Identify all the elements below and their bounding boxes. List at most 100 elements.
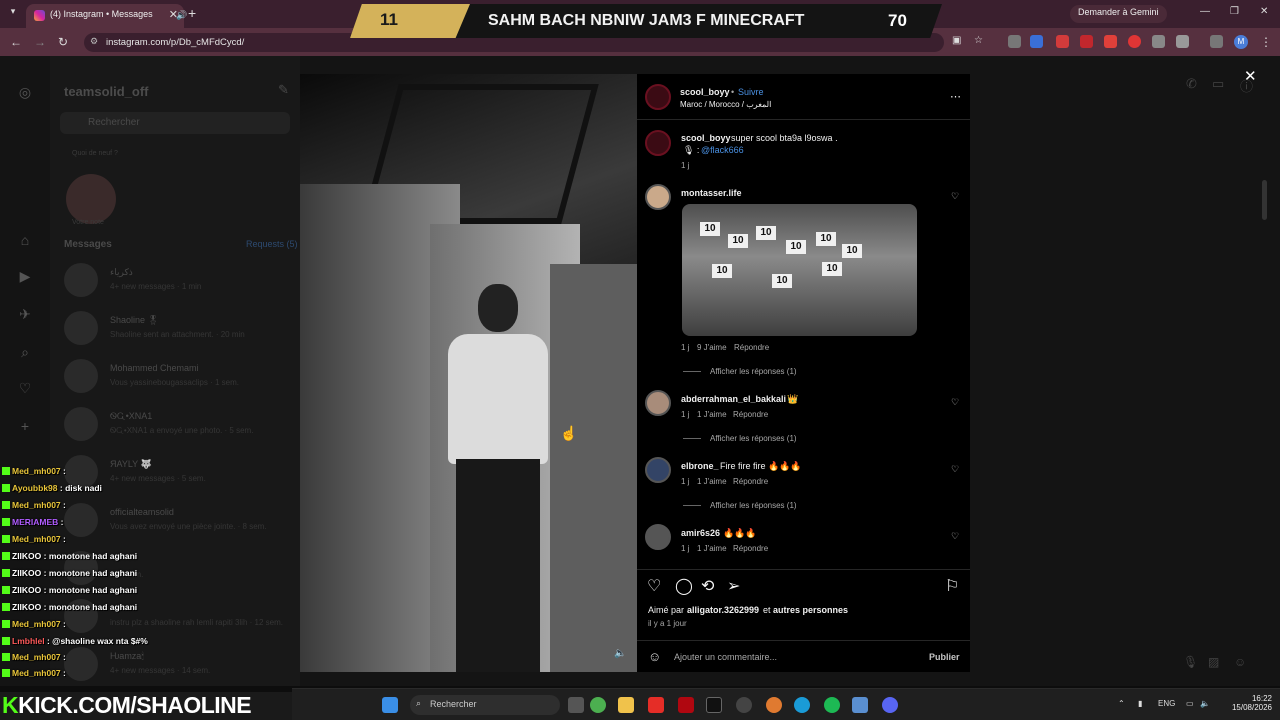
reply-button[interactable]: Répondre	[734, 343, 769, 352]
comment-gif[interactable]: 10 10 10 10 10 10 10 10 10	[682, 204, 917, 336]
notifications-heart-icon[interactable]: ♡	[16, 380, 34, 397]
save-bookmark-icon[interactable]: ⚐	[945, 576, 959, 596]
instagram-logo-icon[interactable]: ◎	[16, 84, 34, 101]
extension-icon[interactable]	[1080, 35, 1093, 48]
extension-icon[interactable]	[1128, 35, 1141, 48]
comment-avatar[interactable]	[645, 524, 671, 550]
extension-icon[interactable]	[1056, 35, 1069, 48]
comment-bubble-icon[interactable]: ◯	[675, 576, 693, 596]
dm-search-input[interactable]: Rechercher	[60, 112, 290, 134]
netflix-icon[interactable]	[678, 697, 694, 713]
site-info-icon[interactable]: ⚙	[90, 36, 98, 47]
notepad-icon[interactable]	[852, 697, 868, 713]
comment-likes[interactable]: 1 J'aime	[697, 410, 727, 419]
reading-list-icon[interactable]	[1210, 35, 1223, 48]
taskbar-clock[interactable]: 16:22 15/08/2026	[1222, 694, 1272, 712]
display-icon[interactable]: ▭	[1186, 699, 1194, 708]
reels-icon[interactable]: ▶	[16, 268, 34, 285]
obs-icon[interactable]	[736, 697, 752, 713]
create-icon[interactable]: +	[16, 418, 34, 434]
extension-icon[interactable]	[1152, 35, 1165, 48]
conversation-item[interactable]: ᏫᏩ•XNA1 ᏫᏩ•XNA1 a envoyé une photo. · 5 s…	[64, 405, 294, 445]
reload-icon[interactable]: ↻	[58, 35, 68, 49]
messages-icon[interactable]: ✈	[16, 306, 34, 323]
bookmark-star-icon[interactable]: ☆	[974, 35, 983, 46]
search-icon[interactable]: ⌕	[16, 344, 34, 361]
post-location[interactable]: Maroc / Morocco / المغرب	[680, 100, 771, 109]
comment-username[interactable]: amir6s26	[681, 528, 720, 538]
window-close-icon[interactable]: ✕	[1260, 6, 1268, 17]
reply-button[interactable]: Répondre	[733, 544, 768, 553]
new-tab-button[interactable]: +	[188, 5, 196, 21]
tray-app-icon[interactable]: ▮	[1138, 699, 1142, 708]
language-indicator[interactable]: ENG	[1158, 699, 1175, 708]
discord-icon[interactable]	[882, 697, 898, 713]
conversation-item[interactable]: ذكرياء 4+ new messages · 1 min	[64, 261, 294, 301]
tab-search-icon[interactable]: ▾	[6, 6, 20, 20]
extensions-puzzle-icon[interactable]	[1176, 35, 1189, 48]
file-explorer-icon[interactable]	[618, 697, 634, 713]
author-username[interactable]: scool_boyy	[680, 87, 730, 97]
edge-icon[interactable]	[794, 697, 810, 713]
back-icon[interactable]: ←	[10, 35, 22, 49]
maximize-icon[interactable]: ❐	[1230, 6, 1239, 17]
extension-icon[interactable]	[1008, 35, 1021, 48]
comment-likes[interactable]: 1 J'aime	[697, 477, 727, 486]
comment-likes[interactable]: 9 J'aime	[697, 343, 727, 352]
liked-by-user[interactable]: alligator.3262999	[687, 605, 759, 615]
app-icon[interactable]	[706, 697, 722, 713]
compose-icon[interactable]: ✎	[278, 82, 289, 98]
comment-input[interactable]: Ajouter un commentaire...	[674, 652, 777, 662]
comment-like-icon[interactable]: ♡	[951, 531, 959, 542]
chrome-icon[interactable]	[590, 697, 606, 713]
emoji-icon[interactable]: ☺	[648, 649, 661, 664]
comment-like-icon[interactable]: ♡	[951, 397, 959, 408]
volume-icon[interactable]: 🔈	[1200, 699, 1210, 708]
start-windows-icon[interactable]	[382, 697, 398, 713]
share-send-icon[interactable]: ➢	[727, 576, 740, 596]
spotify-icon[interactable]	[824, 697, 840, 713]
home-icon[interactable]: ⌂	[16, 232, 34, 248]
dm-username[interactable]: teamsolid_off	[64, 84, 149, 99]
note-avatar[interactable]	[66, 174, 116, 224]
comment-username[interactable]: montasser.life	[681, 188, 742, 198]
tab-close-icon[interactable]: ✕	[169, 8, 178, 21]
author-avatar[interactable]	[645, 84, 671, 110]
task-view-icon[interactable]	[568, 697, 584, 713]
comment-avatar[interactable]	[645, 457, 671, 483]
comment-username[interactable]: elbrone_	[681, 461, 719, 471]
view-replies-button[interactable]: Afficher les réponses (1)	[710, 434, 797, 443]
close-post-icon[interactable]: ✕	[1244, 67, 1257, 85]
comment-avatar[interactable]	[645, 184, 671, 210]
tray-chevron-icon[interactable]: ⌃	[1118, 699, 1125, 708]
view-replies-button[interactable]: Afficher les réponses (1)	[710, 501, 797, 510]
conversation-item[interactable]: Mohammed Chemami Vous yassinebougassaclip…	[64, 357, 294, 397]
repost-icon[interactable]: ⟲	[701, 576, 714, 596]
adblock-icon[interactable]	[1104, 35, 1117, 48]
profile-avatar[interactable]: M	[1234, 35, 1248, 49]
comment-avatar[interactable]	[645, 390, 671, 416]
browser-tab[interactable]: (4) Instagram • Messages 🔊 ✕	[26, 4, 187, 28]
extension-icon[interactable]	[1030, 35, 1043, 48]
reply-button[interactable]: Répondre	[733, 477, 768, 486]
comment-like-icon[interactable]: ♡	[951, 191, 959, 202]
more-options-icon[interactable]: ⋯	[950, 90, 961, 103]
minimize-icon[interactable]: —	[1200, 6, 1210, 17]
mute-icon[interactable]: 🔈	[614, 648, 626, 659]
reply-button[interactable]: Répondre	[733, 410, 768, 419]
comment-username[interactable]: abderrahman_el_bakkali	[681, 394, 786, 404]
publish-button[interactable]: Publier	[929, 652, 960, 662]
liked-by-others[interactable]: autres personnes	[773, 605, 848, 615]
post-video[interactable]: 🔈	[300, 74, 637, 672]
conversation-item[interactable]: Ƕamza🕯 4+ new messages · 14 sem.	[64, 645, 294, 685]
requests-link[interactable]: Requests (5)	[246, 239, 298, 249]
comment-like-icon[interactable]: ♡	[951, 464, 959, 475]
follow-button[interactable]: Suivre	[738, 87, 764, 97]
firefox-icon[interactable]	[766, 697, 782, 713]
caption-username[interactable]: scool_boyy	[681, 133, 731, 143]
note-bubble[interactable]: Quoi de neuf ?	[72, 150, 118, 157]
view-replies-button[interactable]: Afficher les réponses (1)	[710, 367, 797, 376]
caption-mention[interactable]: @flack666	[701, 145, 744, 155]
chrome-menu-icon[interactable]: ⋮	[1260, 35, 1272, 49]
conversation-item[interactable]: officialteamsolid Vous avez envoyé une pi…	[64, 501, 294, 541]
